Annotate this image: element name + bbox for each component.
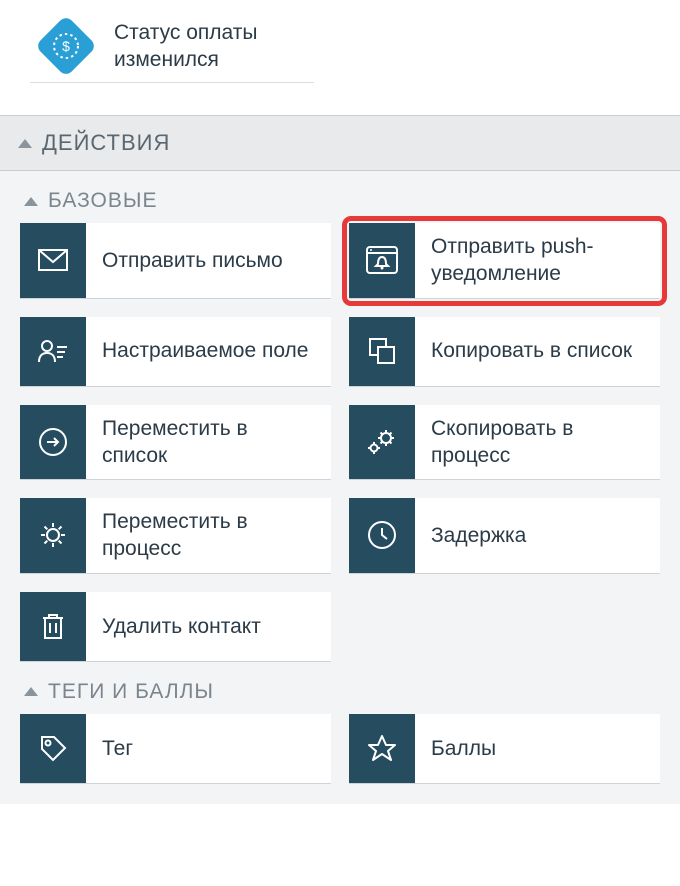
caret-up-icon (24, 197, 38, 206)
action-scores[interactable]: Баллы (349, 714, 660, 784)
events-area: $ Статус оплаты изменился (0, 0, 680, 115)
section-actions-body: БАЗОВЫЕ Отправить письмо (0, 171, 680, 804)
event-card-payment-status[interactable]: $ Статус оплаты изменился (30, 10, 314, 83)
action-label: Отправить push-уведомление (415, 223, 660, 298)
group-title: БАЗОВЫЕ (48, 189, 157, 213)
group-tags-scores-grid: Тег Баллы (20, 714, 660, 784)
section-title: ДЕЙСТВИЯ (42, 130, 170, 156)
action-label: Отправить письмо (86, 223, 299, 298)
action-label: Тег (86, 714, 149, 783)
section-actions-header[interactable]: ДЕЙСТВИЯ (0, 115, 680, 171)
action-move-to-list[interactable]: Переместить в список (20, 405, 331, 481)
tag-icon (20, 714, 86, 783)
action-copy-to-process[interactable]: Скопировать в процесс (349, 405, 660, 481)
action-label: Копировать в список (415, 317, 648, 386)
action-label: Переместить в список (86, 405, 331, 480)
clock-icon (349, 498, 415, 573)
person-lines-icon (20, 317, 86, 386)
bell-window-icon (349, 223, 415, 298)
svg-text:$: $ (62, 38, 70, 54)
gear-icon (20, 498, 86, 573)
group-basic-grid: Отправить письмо Отправить push-уведомле… (20, 223, 660, 662)
trash-icon (20, 592, 86, 661)
action-delete-contact[interactable]: Удалить контакт (20, 592, 331, 662)
action-label: Скопировать в процесс (415, 405, 660, 480)
action-delay[interactable]: Задержка (349, 498, 660, 574)
action-send-push[interactable]: Отправить push-уведомление (349, 223, 660, 299)
action-tag[interactable]: Тег (20, 714, 331, 784)
action-label: Задержка (415, 498, 542, 573)
event-card-label: Статус оплаты изменился (114, 19, 294, 74)
arrow-circle-icon (20, 405, 86, 480)
group-title: ТЕГИ И БАЛЛЫ (48, 680, 214, 704)
group-basic-header[interactable]: БАЗОВЫЕ (20, 171, 660, 223)
caret-up-icon (18, 139, 32, 148)
action-custom-field[interactable]: Настраиваемое поле (20, 317, 331, 387)
action-label: Удалить контакт (86, 592, 277, 661)
action-move-to-process[interactable]: Переместить в процесс (20, 498, 331, 574)
gears-icon (349, 405, 415, 480)
envelope-icon (20, 223, 86, 298)
group-tags-scores-header[interactable]: ТЕГИ И БАЛЛЫ (20, 662, 660, 714)
dollar-diamond-icon: $ (30, 10, 102, 82)
action-label: Настраиваемое поле (86, 317, 324, 386)
action-send-email[interactable]: Отправить письмо (20, 223, 331, 299)
action-label: Переместить в процесс (86, 498, 331, 573)
star-icon (349, 714, 415, 783)
action-copy-to-list[interactable]: Копировать в список (349, 317, 660, 387)
action-label: Баллы (415, 714, 512, 783)
caret-up-icon (24, 687, 38, 696)
copy-squares-icon (349, 317, 415, 386)
